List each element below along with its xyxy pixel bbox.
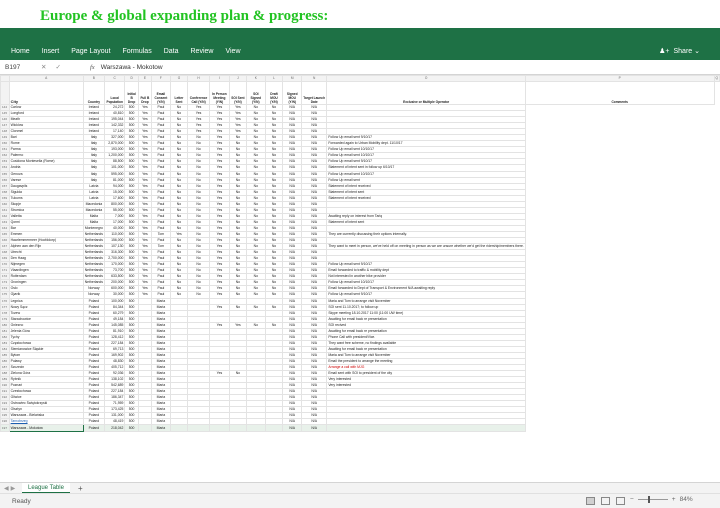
zoom-out-button[interactable]: − <box>630 496 634 503</box>
share-label: Share <box>673 48 693 55</box>
status-bar: Ready − + 84% <box>0 493 720 508</box>
header-cell[interactable]: Signed MOU (Y/N) <box>282 81 302 105</box>
table-cell[interactable]: 2,700,000 <box>104 255 126 263</box>
header-cell[interactable]: Full B Drop <box>137 81 152 105</box>
share-button[interactable]: ♟+ Share ⌄ <box>659 47 700 55</box>
sheet-tab-league-table[interactable]: League Table <box>22 482 70 494</box>
table-row[interactable]: 150 Rome Italy 2,870,000 500 Yes Paul No No Yes No… <box>0 140 720 148</box>
header-cell[interactable]: Target Launch Date <box>300 81 328 105</box>
function-icon[interactable]: fx <box>90 64 95 71</box>
header-cell[interactable]: Local Population <box>104 81 126 105</box>
formula-bar: B197 ✕ ✓ fx Warszawa - Mokotow <box>0 60 720 75</box>
formula-controls: ✕ ✓ <box>38 63 90 71</box>
page-layout-view-icon[interactable] <box>601 497 610 505</box>
spreadsheet-app: Home Insert Page Layout Formulas Data Review V… <box>0 28 720 508</box>
ribbon-tab-data[interactable]: Data <box>164 48 179 55</box>
formula-input[interactable]: Warszawa - Mokotow <box>101 64 163 71</box>
ribbon-tab-review[interactable]: Review <box>191 48 214 55</box>
table-cell[interactable]: Montenegro <box>82 224 106 232</box>
table-cell[interactable]: 1,200,000 <box>104 152 126 160</box>
ribbon-tab-insert[interactable]: Insert <box>42 48 60 55</box>
table-cell[interactable] <box>187 424 211 432</box>
sheet-nav-arrows[interactable]: ◀▶ <box>0 485 18 492</box>
zoom-slider-thumb[interactable] <box>647 496 650 503</box>
header-cell[interactable]: In Person Meeting (Y/N) <box>209 81 230 105</box>
table-cell[interactable]: Poland <box>82 424 106 432</box>
header-cell[interactable]: Comments <box>524 81 715 105</box>
header-cell[interactable]: Country <box>82 81 106 105</box>
row-number[interactable] <box>0 81 10 105</box>
header-cell[interactable]: City <box>8 81 84 105</box>
zoom-slider[interactable] <box>637 496 668 503</box>
zoom-in-button[interactable]: + <box>672 496 676 503</box>
name-box[interactable]: B197 <box>0 64 38 71</box>
zoom-control: − + 84% <box>630 496 693 503</box>
table-cell[interactable] <box>264 424 284 432</box>
normal-view-icon[interactable] <box>586 497 595 505</box>
cancel-icon[interactable]: ✕ <box>41 63 46 71</box>
table-cell[interactable] <box>169 424 189 432</box>
view-switcher <box>586 497 625 505</box>
header-cell[interactable]: SOI Sent (Y/N) <box>228 81 248 105</box>
table-row[interactable]: 152 Palermo Italy 1,200,000 500 Yes Paul No No Ye… <box>0 152 720 160</box>
ribbon-tab-view[interactable]: View <box>225 48 240 55</box>
table-cell[interactable]: Macedonia <box>82 206 106 214</box>
table-cell[interactable]: Netherlands <box>82 237 106 245</box>
slide-title: Europe & global expanding plan & progres… <box>40 8 329 24</box>
header-cell[interactable]: Draft MOU (Y/N) <box>264 81 284 105</box>
table-cell[interactable]: 500 <box>124 424 139 432</box>
sheet-table[interactable]: A B C D E F G H I J K L M N O P Q City Country Local Popula… <box>0 75 720 432</box>
header-cell[interactable]: SOI Signed (Y/N) <box>246 81 266 105</box>
table-row[interactable]: 197 Warszawa - Mokotow Poland 218,042 500 Mar… <box>0 424 720 432</box>
zoom-level: 84% <box>679 496 693 503</box>
table-cell[interactable] <box>246 424 266 432</box>
header-cell[interactable]: Email Consent (Y/N) <box>150 81 171 105</box>
column-header[interactable]: Q <box>713 75 720 82</box>
table-cell[interactable]: 2,870,000 <box>104 140 126 148</box>
table-cell[interactable]: Netherlands <box>82 267 106 275</box>
table-cell[interactable]: N/A <box>300 424 328 432</box>
table-cell[interactable]: Maria <box>150 424 171 432</box>
ribbon-tabs: Home Insert Page Layout Formulas Data Review V… <box>11 48 253 55</box>
table-cell[interactable]: They want to meet in person, we've held … <box>326 243 526 251</box>
table-cell[interactable]: Netherlands <box>82 249 106 257</box>
add-sheet-button[interactable]: + <box>78 484 83 493</box>
ribbon-tab-home[interactable]: Home <box>11 48 30 55</box>
status-text: Ready <box>12 497 31 505</box>
page-break-view-icon[interactable] <box>616 497 625 505</box>
table-cell[interactable]: Macedonia <box>82 200 106 208</box>
ribbon: Home Insert Page Layout Formulas Data Review V… <box>0 28 720 60</box>
table-cell[interactable]: 218,042 <box>104 424 126 432</box>
add-person-icon: ♟+ <box>659 48 670 55</box>
table-cell[interactable]: Netherlands <box>82 255 106 263</box>
table-cell[interactable]: Netherlands <box>82 273 106 281</box>
header-cell[interactable]: Initial B Drop <box>124 81 139 105</box>
table-cell[interactable] <box>137 424 152 432</box>
table-cell[interactable] <box>209 424 230 432</box>
table-header-row: City Country Local Population Initial B Dro… <box>0 81 720 105</box>
sheet-grid[interactable]: A B C D E F G H I J K L M N O P Q City Country Local Popula… <box>0 75 720 482</box>
row-number[interactable]: 197 <box>0 424 10 432</box>
table-cell[interactable]: Warszawa - Mokotow <box>8 424 84 432</box>
sheet-tabs-bar: ◀▶ League Table + <box>0 482 720 494</box>
header-cell[interactable]: Exclusive or Multiple Operator <box>326 81 526 105</box>
table-cell[interactable] <box>228 424 248 432</box>
table-cell[interactable]: Netherlands <box>82 243 106 251</box>
chevron-down-icon: ⌄ <box>694 48 700 55</box>
header-cell[interactable]: Conference Call (Y/N) <box>187 81 211 105</box>
table-cell[interactable]: N/A <box>282 424 302 432</box>
table-cell[interactable] <box>326 424 526 432</box>
ribbon-tab-page-layout[interactable]: Page Layout <box>71 48 110 55</box>
confirm-icon[interactable]: ✓ <box>55 63 60 71</box>
ribbon-tab-formulas[interactable]: Formulas <box>123 48 152 55</box>
table-cell[interactable]: Netherlands <box>82 261 106 269</box>
table-cell[interactable]: Netherlands <box>82 230 106 239</box>
header-cell[interactable]: Letter Sent <box>169 81 189 105</box>
table-cell[interactable]: Netherlands <box>82 279 106 287</box>
